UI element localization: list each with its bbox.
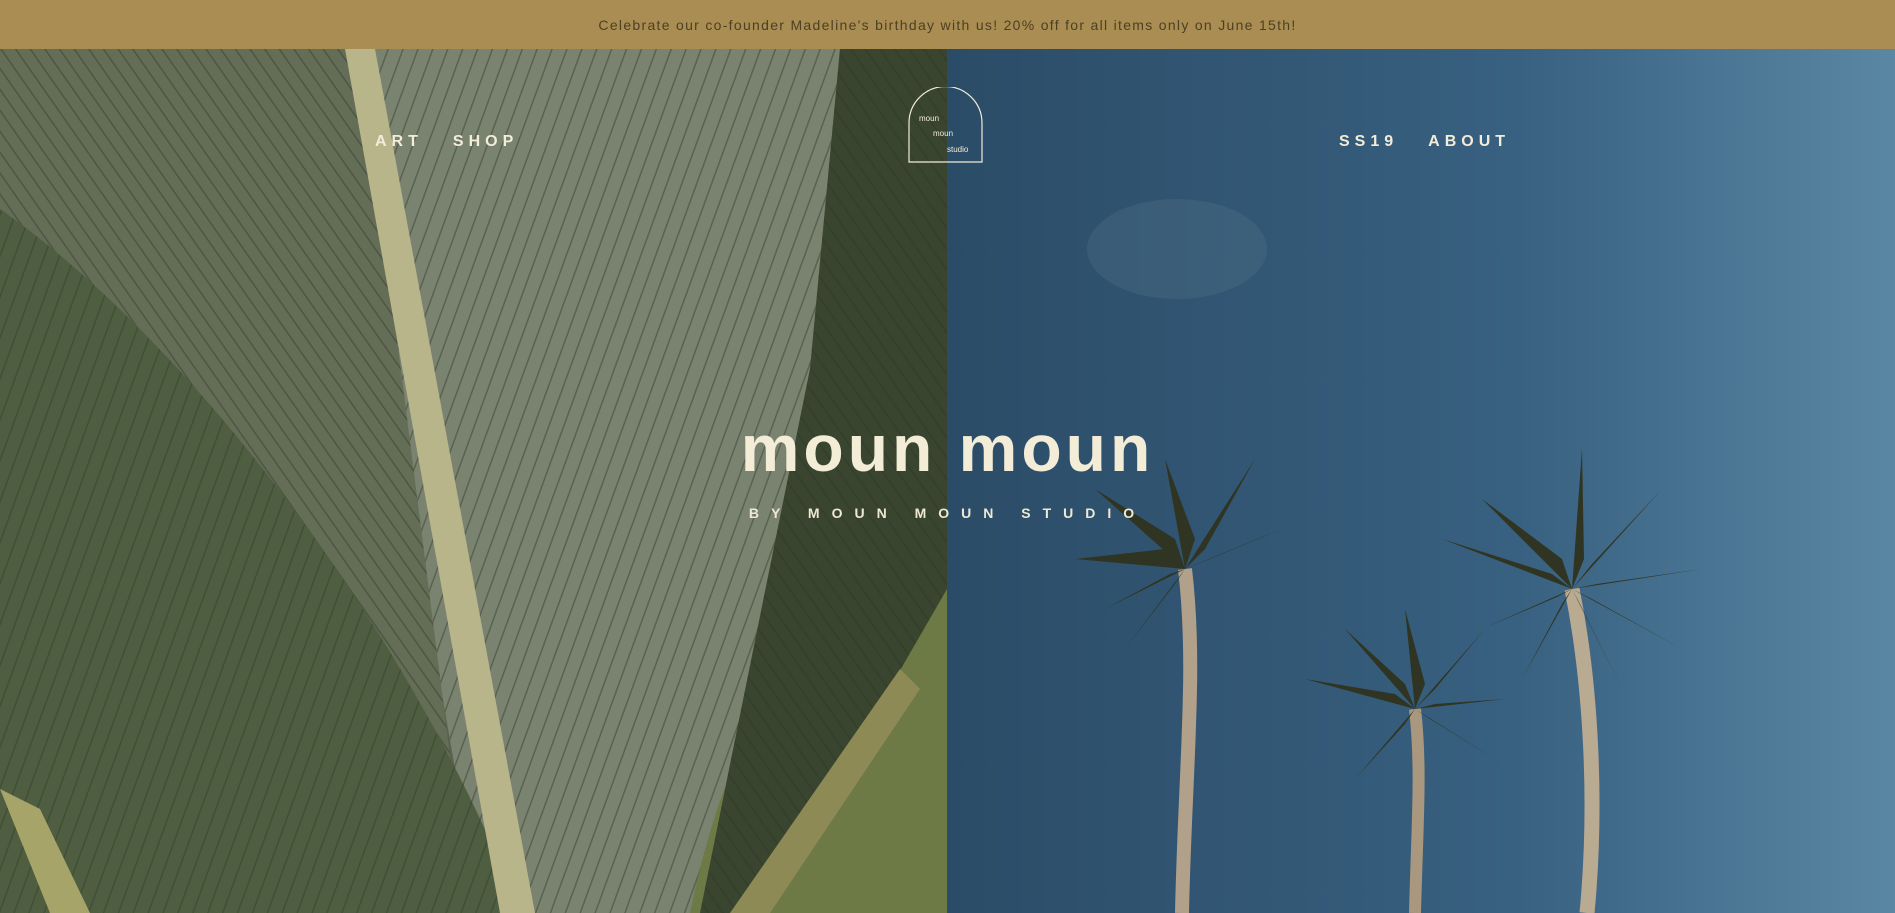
nav-about-link[interactable]: ABOUT [1428,133,1510,151]
hero-subtitle: BY MOUN MOUN STUDIO [748,505,1147,521]
hero-title: moun moun [740,411,1155,485]
promo-banner: Celebrate our co-founder Madeline's birt… [0,0,1895,49]
logo-line-3: studio [947,145,969,154]
nav-left: ART SHOP [375,133,518,151]
nav-right: SS19 ABOUT [1339,133,1510,151]
arch-logo-icon[interactable]: moun moun studio [908,87,983,163]
nav-shop-link[interactable]: SHOP [453,133,518,151]
nav-ss19-link[interactable]: SS19 [1339,133,1398,151]
logo-line-1: moun [919,114,939,123]
logo-line-2: moun [933,129,953,138]
promo-text: Celebrate our co-founder Madeline's birt… [598,16,1297,33]
nav-art-link[interactable]: ART [375,133,423,151]
